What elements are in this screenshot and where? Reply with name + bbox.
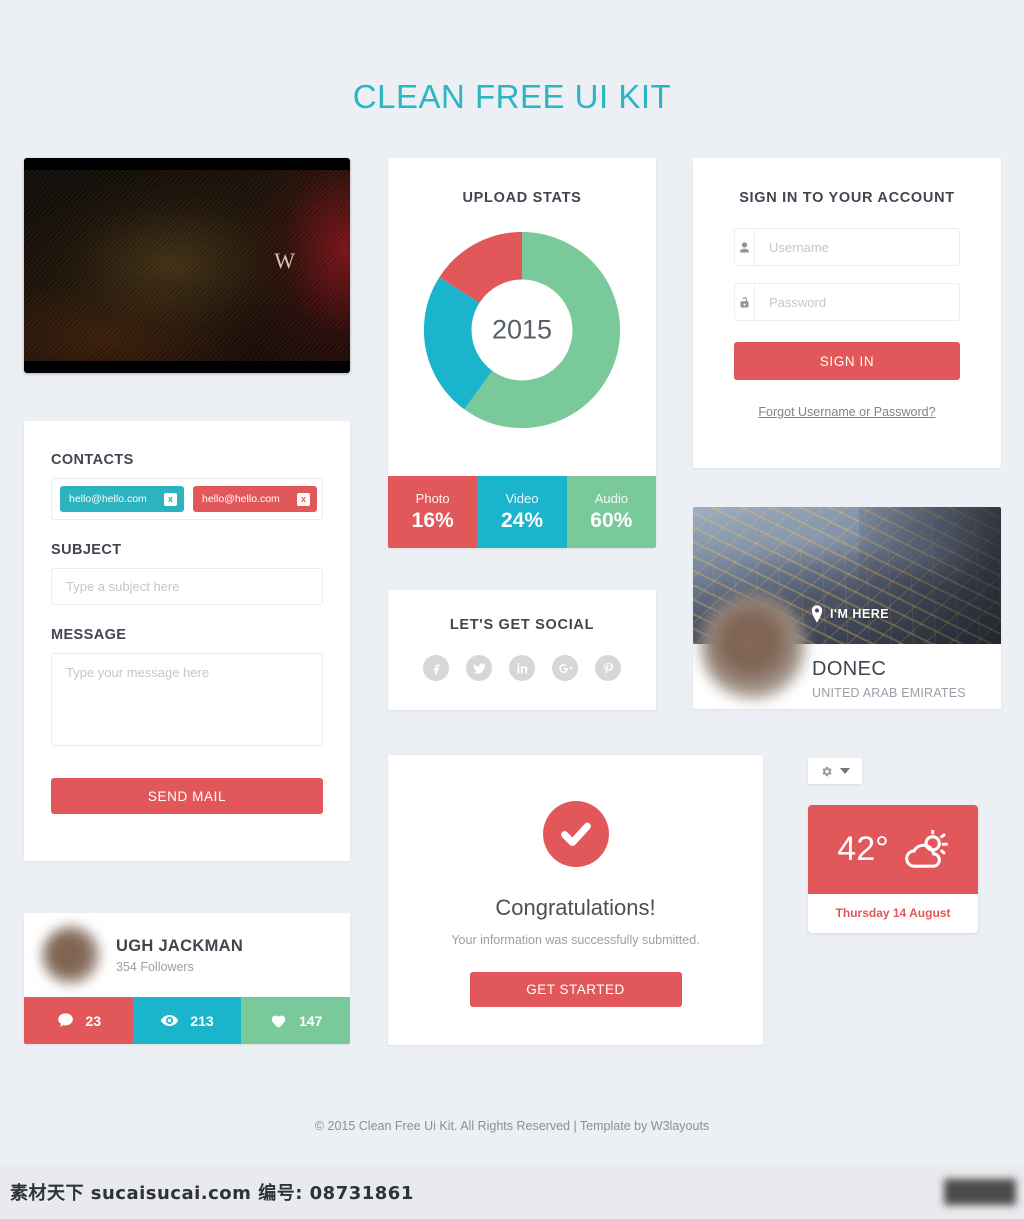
legend-item-audio[interactable]: Audio 60% (566, 476, 656, 548)
location-country: UNITED ARAB EMIRATES (812, 686, 966, 700)
profile-stats-bar: 23 213 147 (24, 997, 350, 1044)
legend-label: Video (505, 491, 539, 506)
social-card: LET'S GET SOCIAL (388, 590, 656, 710)
lock-icon (735, 284, 755, 320)
donut-chart: 2015 (423, 231, 621, 429)
contact-tag-email: hello@hello.com (69, 493, 147, 505)
chevron-down-icon (840, 768, 850, 774)
im-here-label: I'M HERE (830, 607, 890, 621)
contact-tag[interactable]: hello@hello.com x (60, 486, 184, 512)
settings-dropdown[interactable] (808, 758, 862, 784)
donut-center-label: 2015 (491, 314, 553, 345)
legend-label: Audio (594, 491, 628, 506)
ui-kit-page: CLEAN FREE UI KIT W CONTACTS hello@hello… (0, 0, 1024, 1219)
sun-cloud-icon (904, 829, 948, 868)
success-badge (542, 801, 609, 867)
contact-tag-email: hello@hello.com (202, 493, 280, 505)
legend-value: 16% (411, 509, 454, 532)
upload-stats-heading: UPLOAD STATS (462, 190, 582, 206)
pinterest-icon[interactable] (595, 655, 621, 681)
video-watermark-logo: W (274, 248, 295, 273)
profile-name: UGH JACKMAN (116, 936, 244, 955)
signin-heading: SIGN IN TO YOUR ACCOUNT (739, 190, 955, 206)
social-icon-row (388, 655, 656, 681)
username-field-group[interactable] (734, 228, 960, 266)
congratulations-title: Congratulations! (495, 895, 656, 920)
city-shadow-overlay (859, 507, 1001, 644)
close-icon[interactable]: x (164, 492, 177, 506)
im-here-marker: I'M HERE (810, 605, 889, 623)
upload-legend-bar: Photo 16% Video 24% Audio 60% (388, 476, 656, 548)
contact-form-card: CONTACTS hello@hello.com x hello@hello.c… (24, 421, 350, 861)
stat-value: 213 (190, 1012, 214, 1029)
map-pin-icon (810, 605, 824, 623)
comment-icon (57, 1013, 73, 1027)
footer-text: © 2015 Clean Free Ui Kit. All Rights Res… (314, 1119, 710, 1133)
signin-card: SIGN IN TO YOUR ACCOUNT SIGN IN Forgot U… (693, 158, 1001, 468)
profile-header: UGH JACKMAN 354 Followers (24, 913, 350, 997)
contacts-tag-field[interactable]: hello@hello.com x hello@hello.com x (51, 478, 323, 520)
weather-date: Thursday 14 August (835, 906, 951, 920)
avatar (42, 926, 100, 984)
legend-label: Photo (415, 491, 450, 506)
profile-followers: 354 Followers (116, 959, 194, 974)
contacts-label: CONTACTS (51, 452, 134, 468)
twitter-icon[interactable] (466, 655, 492, 681)
send-mail-button[interactable]: SEND MAIL (51, 778, 323, 814)
signin-button[interactable]: SIGN IN (734, 342, 960, 380)
stat-value: 147 (299, 1012, 323, 1029)
watermark-text: 素材天下 sucaisucai.com 编号: 08731861 (10, 1183, 414, 1204)
forgot-password-link[interactable]: Forgot Username or Password? (734, 405, 960, 419)
eye-icon (161, 1014, 179, 1027)
subject-input[interactable] (51, 568, 323, 605)
contact-tag[interactable]: hello@hello.com x (193, 486, 317, 512)
location-card: I'M HERE DONEC UNITED ARAB EMIRATES (693, 507, 1001, 709)
donut-chart-wrapper: 2015 (388, 231, 656, 429)
video-grain-overlay (24, 170, 350, 361)
video-thumbnail[interactable]: W (24, 158, 350, 373)
watermark-bar: 素材天下 sucaisucai.com 编号: 08731861 (0, 1165, 1024, 1219)
stat-views[interactable]: 213 (132, 997, 242, 1044)
user-icon (735, 229, 755, 265)
legend-value: 60% (590, 509, 633, 532)
password-field-group[interactable] (734, 283, 960, 321)
linkedin-icon[interactable] (509, 655, 535, 681)
facebook-icon[interactable] (423, 655, 449, 681)
check-icon (560, 822, 591, 847)
message-textarea[interactable] (51, 653, 323, 746)
upload-stats-card: UPLOAD STATS 2015 Photo 16% Video 24% Au… (388, 158, 656, 548)
close-icon[interactable]: x (297, 492, 310, 506)
legend-value: 24% (500, 509, 543, 532)
video-image: W (24, 170, 350, 361)
congratulations-subtitle: Your information was successfully submit… (451, 933, 700, 947)
congratulations-card: Congratulations! Your information was su… (388, 755, 763, 1045)
legend-item-video[interactable]: Video 24% (477, 476, 567, 548)
googleplus-icon[interactable] (552, 655, 578, 681)
weather-temperature: 42° (837, 830, 889, 868)
social-heading: LET'S GET SOCIAL (449, 617, 595, 633)
get-started-button[interactable]: GET STARTED (469, 972, 682, 1007)
weather-widget: 42° Thursday 14 August (808, 805, 978, 933)
watermark-blurred-logo (944, 1179, 1016, 1205)
stat-comments[interactable]: 23 (24, 997, 133, 1044)
message-label: MESSAGE (51, 627, 127, 643)
stat-likes[interactable]: 147 (241, 997, 350, 1044)
gear-icon (822, 766, 832, 776)
heart-icon (271, 1015, 286, 1028)
page-title: CLEAN FREE UI KIT (352, 78, 672, 115)
weather-main: 42° (808, 805, 978, 894)
location-city: DONEC (812, 658, 887, 680)
password-input[interactable] (755, 284, 959, 320)
subject-label: SUBJECT (51, 542, 122, 558)
stat-value: 23 (85, 1012, 102, 1029)
legend-item-photo[interactable]: Photo 16% (388, 476, 478, 548)
profile-stats-card: UGH JACKMAN 354 Followers 23 213 147 (24, 913, 350, 1044)
username-input[interactable] (755, 229, 959, 265)
avatar (701, 595, 805, 699)
